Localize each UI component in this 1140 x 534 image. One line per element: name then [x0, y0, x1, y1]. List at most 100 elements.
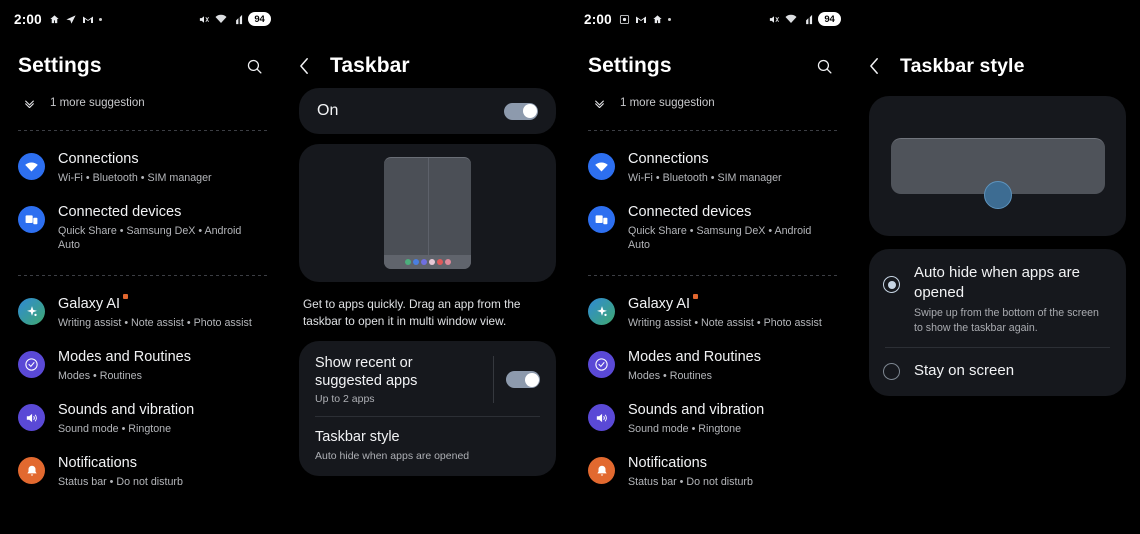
taskbar-options-card: Show recent or suggested apps Up to 2 ap…: [299, 341, 556, 476]
suggestion-label: 1 more suggestion: [620, 97, 715, 109]
item-subtitle: Quick Share • Samsung DeX • Android Auto: [58, 225, 242, 251]
taskbar-style-options-card: Auto hide when apps are opened Swipe up …: [869, 249, 1126, 396]
item-text: Sounds and vibration Sound mode • Ringto…: [628, 401, 764, 436]
row-subtitle: Auto hide when apps are opened: [315, 450, 470, 462]
item-text: Notifications Status bar • Do not distur…: [628, 454, 753, 489]
sidebar-item-modes-and-routines[interactable]: Modes and Routines Modes • Routines: [570, 339, 855, 392]
toggle-knob: [522, 104, 537, 118]
status-bar-notification-icons: [49, 14, 102, 25]
settings-header: Settings: [0, 44, 285, 88]
dock-app-icon: [436, 259, 443, 265]
battery-level: 94: [818, 12, 841, 26]
sidebar-item-notifications[interactable]: Notifications Status bar • Do not distur…: [570, 445, 855, 498]
item-title: Connections: [58, 151, 139, 167]
dock-bar: [384, 255, 471, 269]
item-title: Sounds and vibration: [628, 402, 765, 418]
item-title-label: Galaxy AI: [58, 296, 121, 312]
item-text: Galaxy AI Writing assist • Note assist •…: [58, 294, 252, 330]
sidebar-item-connections[interactable]: Connections Wi-Fi • Bluetooth • SIM mana…: [570, 141, 855, 194]
item-text: Connections Wi-Fi • Bluetooth • SIM mana…: [58, 150, 212, 185]
item-title-label: Galaxy AI: [628, 296, 691, 312]
back-icon[interactable]: [298, 57, 324, 75]
taskbar-description: Get to apps quickly. Drag an app from th…: [303, 297, 521, 328]
taskbar-illustration-card: [299, 144, 556, 282]
item-text: Galaxy AI Writing assist • Note assist •…: [628, 294, 822, 330]
option-auto-hide[interactable]: Auto hide when apps are opened Swipe up …: [869, 249, 1126, 347]
status-bar-time: 2:00: [584, 11, 612, 27]
status-bar: 2:00 94: [570, 0, 855, 38]
wifi-icon: [215, 14, 227, 23]
item-title: Notifications: [58, 455, 137, 471]
dotted-divider: [18, 130, 267, 131]
item-text: Modes and Routines Modes • Routines: [628, 348, 761, 383]
radio-stay-on-screen[interactable]: [883, 362, 900, 380]
sidebar-item-galaxy-ai[interactable]: Galaxy AI Writing assist • Note assist •…: [0, 286, 285, 339]
split-divider: [427, 158, 429, 255]
master-toggle-switch[interactable]: [504, 102, 538, 120]
show-recent-apps-row[interactable]: Show recent or suggested apps Up to 2 ap…: [299, 341, 556, 416]
sidebar-item-notifications[interactable]: Notifications Status bar • Do not distur…: [0, 445, 285, 498]
home-icon: [50, 14, 59, 23]
item-subtitle: Status bar • Do not disturb: [628, 476, 753, 488]
master-toggle-card[interactable]: On: [299, 88, 556, 134]
taskbar-style-header: Taskbar style: [855, 44, 1140, 88]
dot-icon: [98, 17, 102, 21]
chevron-down-icon: [18, 99, 40, 108]
status-badge: [693, 294, 699, 299]
status-bar-time: 2:00: [14, 11, 42, 27]
touch-indicator-icon: [983, 181, 1012, 209]
dotted-divider: [588, 275, 837, 276]
item-title: Connections: [628, 151, 709, 167]
gmail-icon: [82, 16, 93, 23]
page-title: Taskbar style: [900, 54, 1025, 77]
row-title: Show recent or suggested apps: [315, 355, 418, 389]
dock-app-icon: [428, 259, 435, 265]
option-stay-on-screen[interactable]: Stay on screen: [869, 348, 1126, 396]
item-subtitle: Wi-Fi • Bluetooth • SIM manager: [58, 172, 212, 184]
search-icon[interactable]: [241, 53, 267, 79]
sparkle-icon: [18, 298, 45, 325]
show-recent-apps-toggle[interactable]: [506, 371, 540, 388]
battery-level: 94: [248, 12, 271, 26]
taskbar-style-row[interactable]: Taskbar style Auto hide when apps are op…: [299, 417, 556, 476]
sidebar-item-sounds-and-vibration[interactable]: Sounds and vibration Sound mode • Ringto…: [0, 392, 285, 445]
screen-record-icon: [619, 14, 629, 24]
search-icon[interactable]: [811, 53, 837, 79]
page-title: Taskbar: [330, 54, 410, 77]
suggestion-row[interactable]: 1 more suggestion: [0, 90, 285, 116]
item-subtitle: Wi-Fi • Bluetooth • SIM manager: [628, 172, 782, 184]
status-bar-system-icons: 94: [768, 12, 841, 26]
panel-taskbar-style: Taskbar style Auto hide when apps are op…: [855, 0, 1140, 534]
item-subtitle: Writing assist • Note assist • Photo ass…: [58, 317, 252, 329]
sidebar-item-connections[interactable]: Connections Wi-Fi • Bluetooth • SIM mana…: [0, 141, 285, 194]
devices-icon: [18, 206, 45, 233]
sidebar-item-connected-devices[interactable]: Connected devices Quick Share • Samsung …: [570, 194, 855, 261]
item-title: Connected devices: [628, 204, 752, 220]
sidebar-item-sounds-and-vibration[interactable]: Sounds and vibration Sound mode • Ringto…: [570, 392, 855, 445]
mute-icon: [769, 15, 779, 23]
gmail-icon: [635, 16, 646, 23]
dotted-divider: [588, 130, 837, 131]
bell-icon: [588, 457, 615, 484]
radio-auto-hide[interactable]: [883, 276, 900, 293]
item-title: Modes and Routines: [58, 349, 191, 365]
devices-icon: [588, 206, 615, 233]
sidebar-item-galaxy-ai[interactable]: Galaxy AI Writing assist • Note assist •…: [570, 286, 855, 339]
item-title: Modes and Routines: [628, 349, 761, 365]
sidebar-item-connected-devices[interactable]: Connected devices Quick Share • Samsung …: [0, 194, 285, 261]
dock-app-icon: [444, 259, 451, 265]
row-title: Taskbar style: [315, 429, 400, 445]
option-text: Stay on screen: [914, 361, 1014, 381]
item-title: Galaxy AI: [628, 294, 699, 314]
item-text: Connections Wi-Fi • Bluetooth • SIM mana…: [628, 150, 782, 185]
wifi-icon: [785, 14, 797, 23]
back-icon[interactable]: [868, 57, 894, 75]
option-text: Auto hide when apps are opened Swipe up …: [914, 263, 1110, 335]
speaker-icon: [588, 404, 615, 431]
row-subtitle: Up to 2 apps: [315, 393, 375, 405]
moon-clock-icon: [18, 351, 45, 378]
suggestion-label: 1 more suggestion: [50, 97, 145, 109]
wifi-icon: [588, 153, 615, 180]
sidebar-item-modes-and-routines[interactable]: Modes and Routines Modes • Routines: [0, 339, 285, 392]
suggestion-row[interactable]: 1 more suggestion: [570, 90, 855, 116]
